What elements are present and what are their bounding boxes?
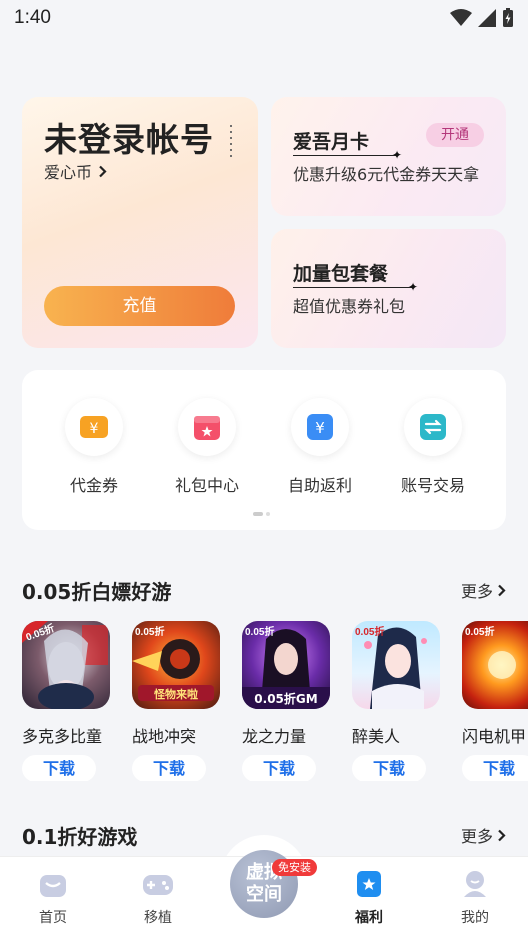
monthly-card-title: 爱吾月卡 [293, 131, 370, 153]
game-name: 龙之力量 [242, 727, 307, 746]
more-label: 更多 [460, 582, 493, 601]
tool-label: 代金券 [69, 476, 118, 495]
chevron-right-icon [498, 584, 506, 596]
game-icon[interactable]: 怪物来啦 0.05折 [132, 621, 220, 709]
love-coin-label: 爱心币 [44, 163, 93, 182]
account-title[interactable]: 未登录帐号 [44, 113, 214, 161]
sparkle-icon: ✦ [392, 148, 403, 162]
rebate-icon: ¥ [307, 414, 333, 440]
title-underline [293, 155, 397, 156]
signal-icon [478, 9, 496, 27]
package-card-subtitle: 超值优惠券礼包 [293, 297, 406, 316]
star-card-icon [357, 871, 381, 897]
open-monthly-card-button[interactable]: 开通 [426, 123, 484, 147]
account-card[interactable]: 未登录帐号 爱心币 充值 [22, 97, 258, 348]
game-name: 闪电机甲 [462, 727, 527, 746]
free-install-badge: 免安装 [272, 859, 317, 876]
tab-welfare[interactable]: 福利 [329, 869, 409, 927]
game-card[interactable]: 0.05折 闪电机甲 下载 [462, 621, 528, 781]
tool-label: 礼包中心 [174, 476, 239, 495]
svg-text:0.05折GM: 0.05折GM [254, 691, 317, 706]
sparkle-icon: ✦ [408, 280, 419, 294]
home-icon [40, 875, 66, 897]
recharge-button[interactable]: 充值 [44, 286, 235, 326]
game-card[interactable]: 怪物来啦 0.05折 战地冲突 下载 [132, 621, 242, 781]
status-icons [450, 8, 514, 28]
svg-text:怪物来啦: 怪物来啦 [154, 687, 198, 701]
tab-port[interactable]: 移植 [118, 869, 198, 927]
title-underline [293, 287, 413, 288]
game-name: 战地冲突 [132, 727, 197, 746]
package-card[interactable]: 加量包套餐 ✦ 超值优惠券礼包 [271, 229, 506, 348]
tab-mine[interactable]: 我的 [435, 869, 515, 927]
wifi-icon [450, 9, 472, 26]
download-button[interactable]: 下载 [242, 755, 316, 781]
game-card[interactable]: 0.05折GM 0.05折 龙之力量 下载 [242, 621, 352, 781]
love-coin-link[interactable]: 爱心币 [44, 159, 107, 183]
section2-more-link[interactable]: 更多 [461, 823, 506, 847]
gift-icon [194, 416, 220, 440]
profile-icon [464, 871, 486, 897]
game-card[interactable]: 0.05折 醉美人 下载 [352, 621, 462, 781]
trade-icon [420, 414, 446, 440]
gamepad-icon [143, 875, 173, 895]
svg-text:¥: ¥ [315, 419, 325, 437]
game-icon[interactable]: 0.05折GM 0.05折 [242, 621, 330, 709]
section-title: 0.1折好游戏 [22, 825, 138, 849]
chevron-right-icon [99, 165, 107, 177]
decorative-dots [228, 123, 236, 161]
tool-label: 自助返利 [287, 476, 352, 495]
svg-text:¥: ¥ [90, 421, 99, 437]
tool-voucher[interactable]: ¥ 代金券 [44, 398, 144, 496]
download-button[interactable]: 下载 [352, 755, 426, 781]
tool-label: 账号交易 [400, 476, 465, 495]
tab-label: 首页 [39, 910, 67, 926]
tools-panel: ¥ 代金券 礼包中心 ¥ 自助返利 账号交易 [22, 370, 506, 530]
status-time: 1:40 [14, 7, 51, 28]
download-button[interactable]: 下载 [132, 755, 206, 781]
game-icon[interactable]: 0.05折 [352, 621, 440, 709]
battery-icon [503, 8, 513, 27]
package-card-title: 加量包套餐 [293, 263, 389, 285]
tab-label: 福利 [355, 910, 383, 926]
game-name: 多克多比童 [22, 727, 103, 746]
game-icon[interactable]: 0.05折 [462, 621, 528, 709]
chevron-right-icon [498, 829, 506, 841]
game-row: 0.05折 多克多比童 下载 怪物来啦 0.05折 战地冲突 下载 0.05折G… [22, 621, 528, 781]
status-bar: 1:40 [0, 0, 528, 36]
monthly-card-subtitle: 优惠升级6元代金券天天拿 [293, 165, 480, 184]
tool-account-trade[interactable]: 账号交易 [383, 398, 483, 496]
section1-more-link[interactable]: 更多 [461, 578, 506, 602]
more-label: 更多 [460, 827, 493, 846]
page-indicator [253, 512, 270, 516]
game-icon[interactable]: 0.05折 [22, 621, 110, 709]
tool-rebate[interactable]: ¥ 自助返利 [270, 398, 370, 496]
tab-label: 我的 [461, 910, 489, 926]
tab-home[interactable]: 首页 [13, 869, 93, 927]
section-title: 0.05折白嫖好游 [22, 580, 172, 604]
tab-label: 移植 [144, 910, 172, 926]
game-card[interactable]: 0.05折 多克多比童 下载 [22, 621, 132, 781]
game-name: 醉美人 [352, 727, 401, 746]
voucher-icon: ¥ [80, 416, 108, 438]
tool-gift-center[interactable]: 礼包中心 [157, 398, 257, 496]
download-button[interactable]: 下载 [462, 755, 528, 781]
download-button[interactable]: 下载 [22, 755, 96, 781]
monthly-card[interactable]: 爱吾月卡 ✦ 开通 优惠升级6元代金券天天拿 [271, 97, 506, 216]
